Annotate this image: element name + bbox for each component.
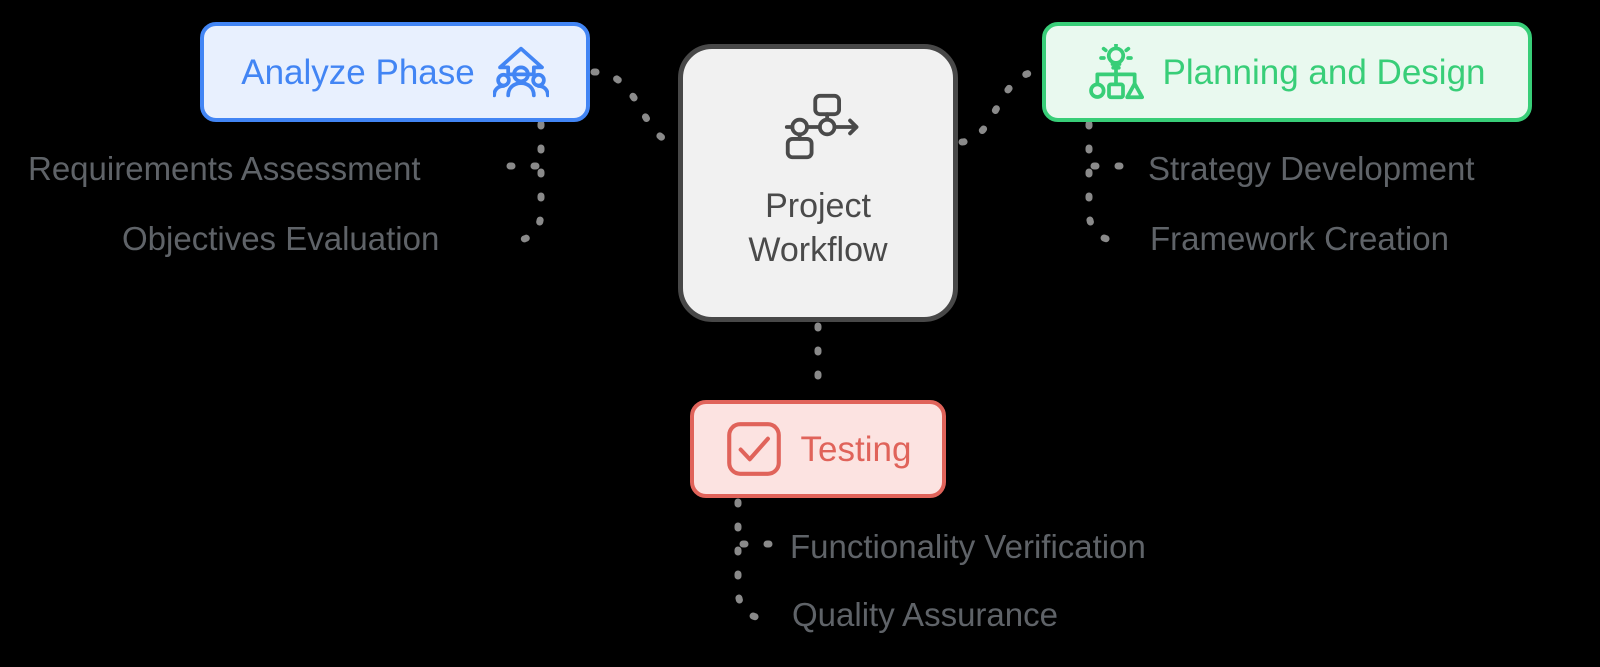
node-testing-label: Testing xyxy=(800,429,912,469)
node-project-workflow[interactable]: Project Workflow xyxy=(678,44,958,322)
lightbulb-hierarchy-icon xyxy=(1088,44,1145,100)
team-growth-icon xyxy=(492,44,549,100)
sub-label-quality-assurance: Quality Assurance xyxy=(792,596,1058,633)
check-square-icon xyxy=(725,420,783,478)
node-project-workflow-label: Project Workflow xyxy=(748,187,888,269)
workflow-icon xyxy=(774,93,862,161)
sub-label-requirements-assessment: Requirements Assessment xyxy=(28,150,421,187)
sub-label-objectives-evaluation: Objectives Evaluation xyxy=(122,220,440,257)
connector-analyze-branch xyxy=(508,120,545,245)
sub-label-framework-creation: Framework Creation xyxy=(1150,220,1449,257)
node-analyze-phase-label: Analyze Phase xyxy=(241,52,475,92)
connector-planning-branch xyxy=(1085,120,1123,245)
connector-center-to-planning xyxy=(958,68,1042,146)
connector-testing-branch xyxy=(734,498,772,623)
node-planning-and-design-label: Planning and Design xyxy=(1162,52,1486,92)
connector-analyze-to-center xyxy=(590,68,678,146)
sub-label-functionality-verification: Functionality Verification xyxy=(790,528,1146,565)
node-analyze-phase[interactable]: Analyze Phase xyxy=(200,22,590,122)
node-testing[interactable]: Testing xyxy=(690,400,946,498)
node-planning-and-design[interactable]: Planning and Design xyxy=(1042,22,1532,122)
sub-label-strategy-development: Strategy Development xyxy=(1148,150,1475,187)
diagram-canvas: Analyze Phase Planning and Design Projec… xyxy=(0,0,1600,667)
